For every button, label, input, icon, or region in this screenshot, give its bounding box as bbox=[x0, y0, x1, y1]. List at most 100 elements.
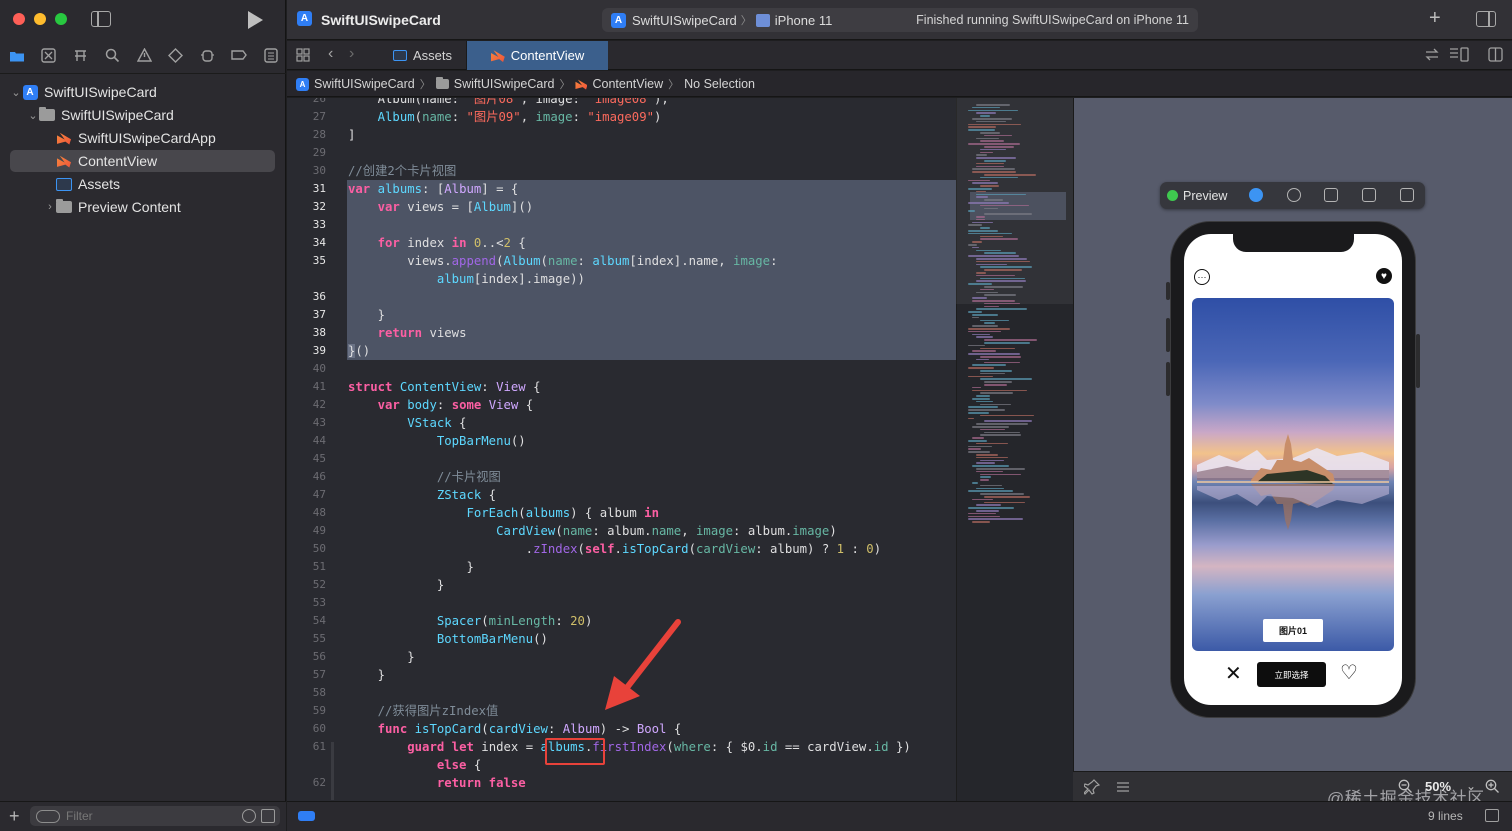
minimap-stroke bbox=[976, 470, 1003, 473]
related-items-icon[interactable] bbox=[1425, 48, 1439, 66]
inspector-toggle-icon[interactable] bbox=[1476, 11, 1496, 27]
tab-contentview[interactable]: ContentView bbox=[467, 41, 608, 70]
minimap-stroke bbox=[980, 185, 1000, 187]
chevron-right-icon: 〉 bbox=[740, 15, 752, 27]
tab-assets[interactable]: Assets bbox=[379, 41, 467, 70]
minimap-stroke bbox=[972, 437, 985, 439]
console-toggle-icon[interactable] bbox=[1485, 809, 1499, 822]
split-editor-icon[interactable] bbox=[1488, 47, 1503, 67]
scheme-status-bar[interactable]: A SwiftUISwipeCard 〉 iPhone 11 Finished … bbox=[602, 8, 1198, 32]
search-icon[interactable] bbox=[101, 44, 123, 66]
duplicate-preview-icon[interactable] bbox=[1400, 188, 1414, 202]
forward-arrow-icon[interactable]: › bbox=[349, 45, 354, 63]
mute-switch bbox=[1166, 282, 1170, 300]
minimap-stroke bbox=[980, 378, 1033, 380]
minimap-stroke bbox=[968, 232, 1012, 235]
device-settings-icon[interactable] bbox=[1362, 188, 1376, 202]
test-navigator-icon[interactable] bbox=[165, 44, 187, 66]
breadcrumb-file[interactable]: ContentView bbox=[592, 77, 663, 91]
code-line: 52 } bbox=[312, 578, 445, 592]
tree-item-label: Preview Content bbox=[78, 199, 181, 215]
symbol-navigator-icon[interactable] bbox=[70, 44, 92, 66]
grid-icon[interactable] bbox=[296, 48, 310, 67]
minimap-stroke bbox=[972, 246, 980, 249]
tree-item-preview-content[interactable]: › Preview Content bbox=[10, 196, 275, 218]
live-preview-icon[interactable] bbox=[1249, 188, 1263, 202]
minimap-stroke bbox=[984, 286, 1023, 288]
source-control-filter-icon[interactable] bbox=[261, 809, 275, 823]
folder-icon bbox=[56, 199, 72, 213]
variants-icon[interactable] bbox=[1116, 780, 1130, 799]
annotation-arrow-icon bbox=[605, 619, 681, 710]
orientation-icon[interactable] bbox=[1324, 188, 1338, 202]
minimap-stroke bbox=[980, 204, 1030, 207]
minimap-stroke bbox=[980, 493, 1025, 495]
breadcrumb: A SwiftUISwipeCard 〉 SwiftUISwipeCard 〉 … bbox=[296, 76, 755, 92]
tree-item-app-file[interactable]: SwiftUISwipeCardApp bbox=[10, 127, 275, 149]
minimap-stroke bbox=[976, 462, 995, 464]
app-icon: A bbox=[297, 11, 312, 26]
source-control-icon[interactable] bbox=[38, 44, 60, 66]
minimap-stroke bbox=[972, 498, 994, 501]
code-line: 37 } bbox=[312, 308, 386, 322]
code-line: 60 func isTopCard(cardView: Album) -> Bo… bbox=[312, 722, 682, 736]
favorite-badge-icon[interactable]: ♥ bbox=[1376, 268, 1392, 284]
minimap-stroke bbox=[976, 423, 1028, 425]
minimap-stroke bbox=[980, 356, 1022, 358]
editor-options-icon[interactable] bbox=[1449, 47, 1469, 67]
code-line: 28] bbox=[312, 128, 356, 142]
back-arrow-icon[interactable]: ‹ bbox=[328, 45, 333, 63]
code-line: 47 ZStack { bbox=[312, 488, 497, 502]
minimap-stroke bbox=[984, 361, 1021, 364]
issue-navigator-icon[interactable] bbox=[133, 44, 155, 66]
folder-navigator-icon[interactable] bbox=[6, 44, 28, 66]
sidebar-toggle-icon[interactable] bbox=[91, 11, 111, 27]
recent-files-icon[interactable] bbox=[242, 809, 256, 823]
minimap-stroke bbox=[968, 179, 991, 182]
report-navigator-icon[interactable] bbox=[260, 44, 282, 66]
code-line: 31 var albums: [Album] = { bbox=[312, 182, 519, 196]
chevron-down-icon[interactable]: ⌄ bbox=[27, 109, 39, 122]
window-controls bbox=[13, 13, 67, 25]
minimap-stroke bbox=[976, 157, 1017, 159]
menu-icon[interactable]: ··· bbox=[1194, 269, 1210, 285]
tree-item-contentview[interactable]: ContentView bbox=[10, 150, 275, 172]
debug-navigator-icon[interactable] bbox=[197, 44, 219, 66]
device-name[interactable]: iPhone 11 bbox=[775, 13, 833, 28]
breadcrumb-project[interactable]: SwiftUISwipeCard bbox=[314, 77, 415, 91]
minimap-stroke bbox=[968, 417, 975, 420]
zoom-window-button[interactable] bbox=[55, 13, 67, 25]
scheme-name[interactable]: SwiftUISwipeCard bbox=[632, 13, 737, 28]
minimap-stroke bbox=[976, 263, 1007, 266]
tree-item-project[interactable]: ⌄ A SwiftUISwipeCard bbox=[10, 81, 275, 103]
heart-icon[interactable]: ♡ bbox=[1340, 662, 1358, 684]
minimap-stroke bbox=[968, 202, 1010, 204]
filter-options-icon[interactable] bbox=[36, 809, 60, 823]
close-window-button[interactable] bbox=[13, 13, 25, 25]
minimap-stroke bbox=[984, 431, 1020, 434]
select-now-button[interactable]: 立即选择 bbox=[1257, 662, 1326, 687]
minimap-stroke bbox=[972, 316, 980, 319]
chevron-right-icon[interactable]: › bbox=[44, 201, 56, 213]
chevron-down-icon[interactable]: ⌄ bbox=[10, 86, 22, 99]
breadcrumb-selection[interactable]: No Selection bbox=[684, 77, 755, 91]
zoom-in-icon[interactable] bbox=[1485, 779, 1500, 799]
minimap-stroke bbox=[984, 146, 1014, 148]
breadcrumb-group[interactable]: SwiftUISwipeCard bbox=[454, 77, 555, 91]
minimap-stroke bbox=[972, 300, 1015, 302]
add-library-button[interactable]: + bbox=[1429, 7, 1441, 30]
debug-area-toggle-icon[interactable] bbox=[298, 811, 315, 821]
minimize-window-button[interactable] bbox=[34, 13, 46, 25]
minimap-stroke bbox=[972, 386, 981, 389]
close-icon[interactable]: ✕ bbox=[1225, 664, 1242, 684]
minimap-stroke bbox=[968, 412, 990, 414]
run-button[interactable] bbox=[248, 11, 263, 29]
add-file-button[interactable]: + bbox=[9, 806, 20, 827]
selectable-mode-icon[interactable] bbox=[1287, 188, 1301, 202]
volume-down-button bbox=[1166, 362, 1170, 396]
minimap-stroke bbox=[984, 381, 1013, 383]
pin-icon[interactable] bbox=[1083, 779, 1101, 800]
breakpoint-navigator-icon[interactable] bbox=[228, 44, 250, 66]
tree-item-assets[interactable]: Assets bbox=[10, 173, 275, 195]
tree-item-group[interactable]: ⌄ SwiftUISwipeCard bbox=[10, 104, 275, 126]
